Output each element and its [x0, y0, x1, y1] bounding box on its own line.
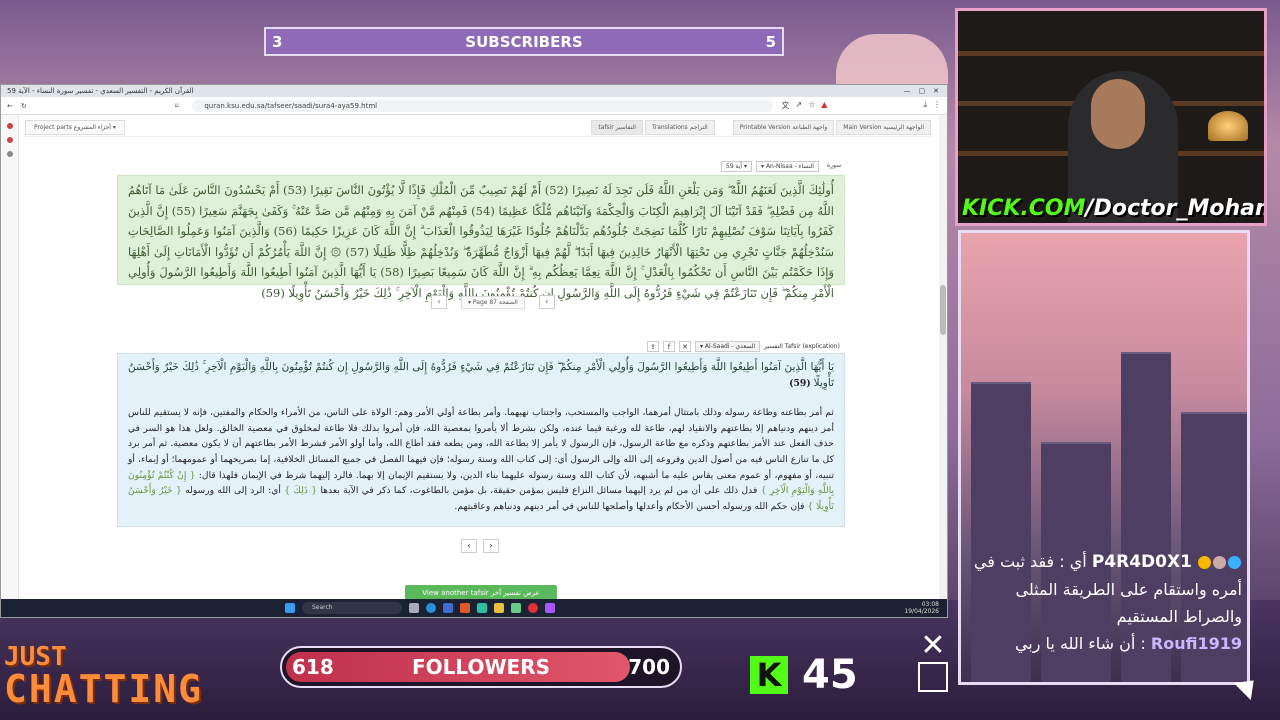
- app-icon[interactable]: [528, 603, 538, 613]
- edge-icon[interactable]: [426, 603, 436, 613]
- subscribers-goal-bar: 3 SUBSCRIBERS 5: [264, 27, 784, 56]
- chat-message: Roufi1919 : أن شاء الله يا ربي: [1014, 634, 1242, 653]
- bookmark-icon[interactable]: ⌑: [175, 102, 179, 110]
- tab-title[interactable]: القرآن الكريم - التفسير السعدي - تفسير س…: [7, 85, 194, 97]
- viewer-count: 45: [802, 652, 858, 698]
- chat-message: P4R4D0X1 أي : فقد ثبت في أمره واستقام عل…: [966, 548, 1242, 630]
- tafsir-body: فدل ذلك على أن من لم يرد إليهما مسائل ال…: [320, 485, 758, 497]
- browser-window: القرآن الكريم - التفسير السعدي - تفسير س…: [0, 84, 948, 618]
- badge-icon: [1213, 556, 1226, 569]
- back-icon[interactable]: ←: [7, 102, 13, 110]
- share-icon[interactable]: ↗: [795, 100, 802, 111]
- minimize-icon[interactable]: —: [904, 85, 911, 97]
- tafsir-panel: يَا أَيُّهَا الَّذِينَ آمَنُوا أَطِيعُوا…: [117, 353, 845, 527]
- channel-name: /Doctor_Mohamed: [1085, 196, 1264, 221]
- taskbar-search[interactable]: Search: [302, 602, 402, 614]
- next-page-button[interactable]: ›: [538, 295, 555, 309]
- app-icon[interactable]: [494, 603, 504, 613]
- tafsir-body: فإن حكم الله ورسوله أحسن الأحكام وأعدلها…: [454, 500, 805, 512]
- chat-username[interactable]: Roufi1919: [1151, 634, 1242, 653]
- downloads-icon[interactable]: ⤓: [923, 100, 927, 111]
- verse-number: (59): [789, 377, 811, 389]
- translate-icon[interactable]: 文: [781, 100, 789, 111]
- quran-text-panel: أُولَٰئِكَ الَّذِينَ لَعَنَهُمُ اللَّهُ …: [117, 175, 845, 300]
- lamp: [1208, 111, 1248, 141]
- app-icon[interactable]: [477, 603, 487, 613]
- project-parts-dropdown[interactable]: Project parts أجزاء المشروع ▾: [25, 120, 125, 135]
- page-scrollbar[interactable]: [939, 115, 947, 599]
- close-icon[interactable]: ✕: [933, 85, 939, 97]
- sura-label: سورة: [826, 162, 842, 169]
- app-icon[interactable]: [511, 603, 521, 613]
- url-field[interactable]: quran.ksu.edu.sa/tafseer/saadi/sura4-aya…: [192, 99, 774, 112]
- badge-icon: [1228, 556, 1241, 569]
- browser-sidebar: [1, 115, 19, 599]
- tafsir-verse: يَا أَيُّهَا الَّذِينَ آمَنُوا أَطِيعُوا…: [128, 361, 834, 389]
- page-select[interactable]: ▾ Page 87 الصفحة: [461, 295, 525, 309]
- prev-page-button[interactable]: ‹: [431, 295, 447, 309]
- verse-controls: آية 59 ▾ ▾ An-Nisaa - النساء سورة: [721, 161, 845, 172]
- tab-printable[interactable]: Printable Version واجهة الطباعة: [732, 120, 835, 135]
- page-pager: ‹ ▾ Page 87 الصفحة ›: [431, 295, 555, 309]
- category-line-2: CHATTING: [4, 667, 204, 711]
- kick-domain: KICK.COM: [962, 196, 1086, 221]
- task-view-icon[interactable]: [409, 603, 419, 613]
- webcam-frame: KICK.COM/Doctor_Mohamed: [955, 8, 1267, 226]
- square-frame-icon: [918, 662, 948, 692]
- taskbar: Search 03:08 19/04/2026: [1, 599, 947, 617]
- tafsir-select[interactable]: ▾ Al-Saadi - السعدي: [695, 341, 761, 352]
- kick-handle: KICK.COM/Doctor_Mohamed: [962, 196, 1264, 221]
- tab-tafsir[interactable]: tafsir التفاسير: [591, 120, 643, 135]
- maximize-icon[interactable]: ▢: [919, 85, 926, 97]
- sidebar-app-icon[interactable]: [6, 137, 13, 143]
- window-titlebar: القرآن الكريم - التفسير السعدي - تفسير س…: [1, 85, 947, 97]
- share-icon[interactable]: ⇪: [647, 341, 659, 352]
- sidebar-app-icon[interactable]: [6, 123, 13, 129]
- subscribers-label: SUBSCRIBERS: [465, 32, 583, 51]
- followers-goal: 700: [628, 655, 670, 679]
- category-title: JUST CHATTING: [4, 644, 203, 708]
- sura-select[interactable]: ▾ An-Nisaa - النساء: [756, 161, 819, 172]
- badge-icon: [1198, 556, 1211, 569]
- tafsir-header: ⇪ f ✕ ▾ Al-Saadi - السعدي التفسير Tafsir…: [647, 341, 840, 352]
- followers-goal-bar: 618 FOLLOWERS 700: [280, 646, 682, 688]
- verse-select[interactable]: آية 59 ▾: [721, 161, 753, 172]
- site-nav: Project parts أجزاء المشروع ▾ tafsir الت…: [25, 119, 931, 137]
- x-icon: ✕: [920, 628, 946, 663]
- app-icon[interactable]: [545, 603, 555, 613]
- store-icon[interactable]: [443, 603, 453, 613]
- close-icon[interactable]: ✕: [679, 341, 691, 352]
- clock-date: 19/04/2026: [904, 608, 939, 615]
- sidebar-app-icon[interactable]: [6, 151, 13, 157]
- bookshelf: [958, 51, 1264, 56]
- chat-text: أن شاء الله يا ربي: [1014, 634, 1136, 653]
- tafsir-body: أي: الرد إلى الله ورسوله: [185, 485, 281, 497]
- clock-time: 03:08: [921, 601, 939, 608]
- address-bar-row: ← ↻ ⌑ quran.ksu.edu.sa/tafseer/saadi/sur…: [1, 97, 947, 115]
- brave-icon[interactable]: [460, 603, 470, 613]
- tab-translations[interactable]: Translations التراجم: [644, 120, 715, 135]
- streamer-face: [1091, 79, 1145, 149]
- taskbar-clock[interactable]: 03:08 19/04/2026: [904, 601, 939, 615]
- chat-box: P4R4D0X1 أي : فقد ثبت في أمره واستقام عل…: [966, 548, 1242, 657]
- star-icon[interactable]: ☆: [808, 100, 815, 111]
- chat-username[interactable]: P4R4D0X1: [1092, 552, 1192, 572]
- viewer-counter: K 45: [750, 652, 858, 698]
- tafsir-quote: { ذَلِكَ }: [284, 485, 318, 497]
- scrollbar-thumb[interactable]: [940, 285, 946, 335]
- prev-verse-button[interactable]: ‹: [461, 539, 477, 553]
- tab-main[interactable]: Main Version الواجهة الرئيسية: [836, 120, 931, 135]
- followers-label: FOLLOWERS: [412, 655, 550, 679]
- next-verse-button[interactable]: ›: [483, 539, 499, 553]
- menu-icon[interactable]: ⋮: [933, 100, 941, 111]
- reload-icon[interactable]: ↻: [21, 102, 27, 110]
- kick-logo-icon: K: [750, 656, 788, 694]
- windows-start-icon[interactable]: [285, 603, 295, 613]
- tafsir-pager: ‹ ›: [461, 539, 499, 553]
- tafsir-label: التفسير Tafsir (explication): [764, 343, 840, 350]
- facebook-icon[interactable]: f: [663, 341, 675, 352]
- tafsir-body: ثم أمر بطاعته وطاعة رسوله وذلك بامتثال أ…: [128, 407, 834, 481]
- extension-icon[interactable]: ▲: [821, 100, 827, 111]
